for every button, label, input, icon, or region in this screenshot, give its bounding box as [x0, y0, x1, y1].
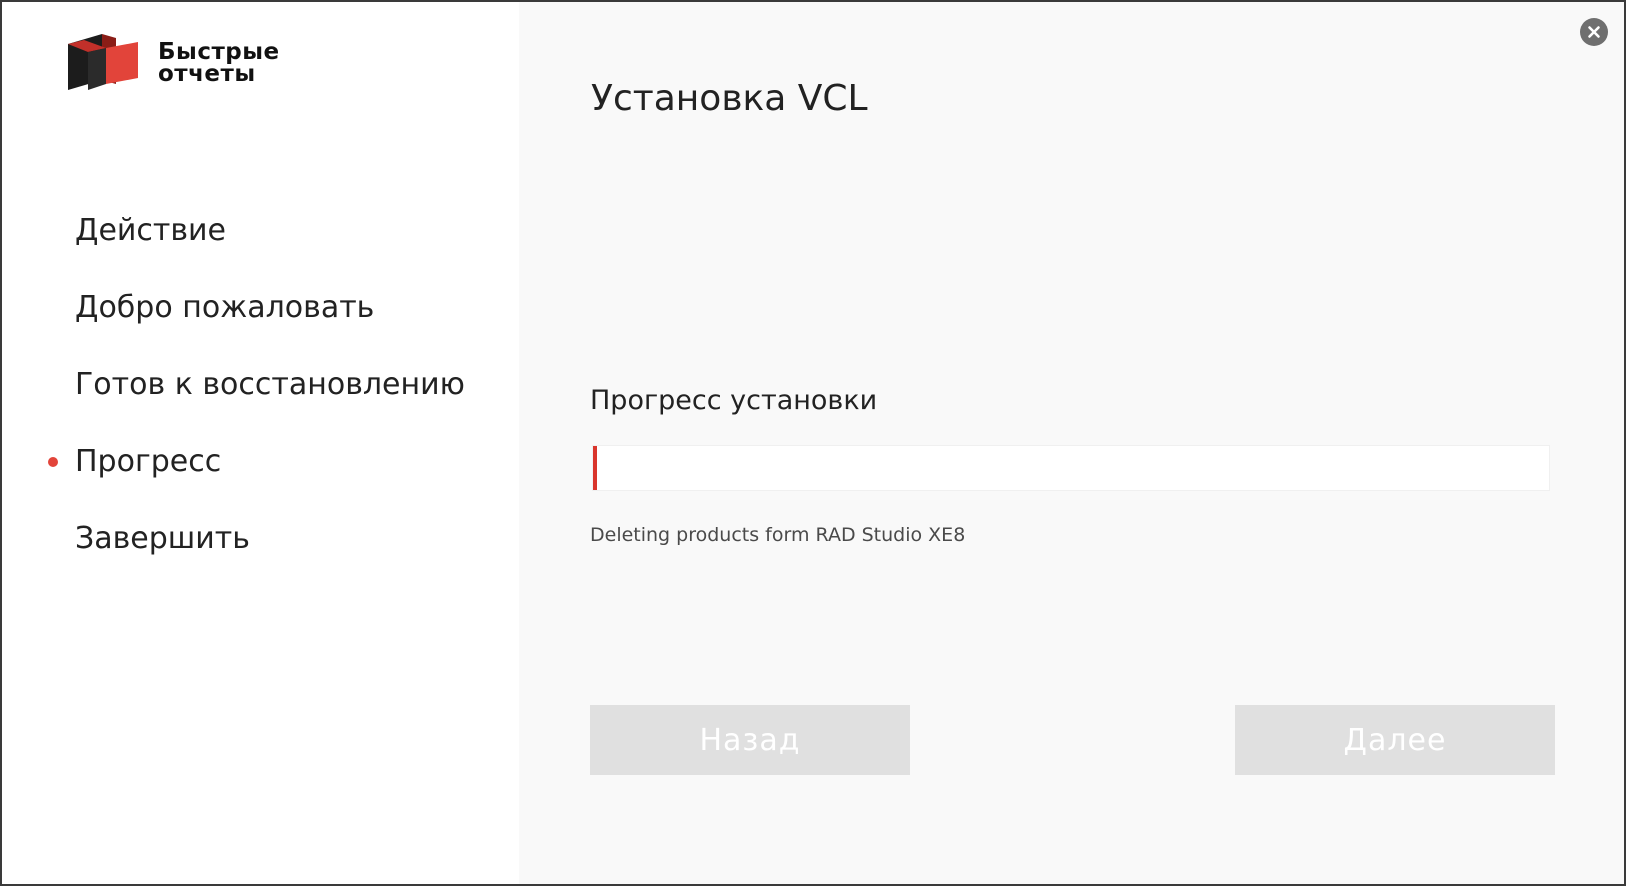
step-ready: Готов к восстановлению	[2, 346, 519, 423]
step-label: Прогресс	[75, 444, 222, 479]
progress-label: Прогресс установки	[590, 385, 878, 416]
progress-bar	[592, 445, 1550, 491]
step-label: Действие	[75, 213, 226, 248]
close-button[interactable]	[1580, 18, 1608, 46]
logo-text-line1: Быстрые	[158, 39, 280, 65]
close-icon	[1588, 26, 1600, 38]
step-label: Завершить	[75, 521, 250, 556]
back-button[interactable]: Назад	[590, 705, 910, 775]
step-progress: Прогресс	[2, 423, 519, 500]
logo: Быстрые отчеты	[68, 34, 280, 92]
installer-window: Быстрые отчеты Действие Добро пожаловать…	[0, 0, 1626, 886]
main-panel: Установка VCL Прогресс установки Deletin…	[519, 2, 1624, 884]
logo-text: Быстрые отчеты	[158, 39, 280, 87]
logo-text-line2: отчеты	[158, 61, 256, 87]
step-label: Готов к восстановлению	[75, 367, 465, 402]
step-action: Действие	[2, 192, 519, 269]
status-text: Deleting products form RAD Studio XE8	[590, 524, 966, 546]
logo-icon	[68, 34, 138, 90]
step-finish: Завершить	[2, 500, 519, 577]
step-label: Добро пожаловать	[75, 290, 375, 325]
step-welcome: Добро пожаловать	[2, 269, 519, 346]
progress-bar-fill	[593, 446, 597, 490]
page-title: Установка VCL	[591, 78, 868, 119]
sidebar: Быстрые отчеты Действие Добро пожаловать…	[2, 2, 519, 884]
step-list: Действие Добро пожаловать Готов к восста…	[2, 192, 519, 577]
next-button[interactable]: Далее	[1235, 705, 1555, 775]
